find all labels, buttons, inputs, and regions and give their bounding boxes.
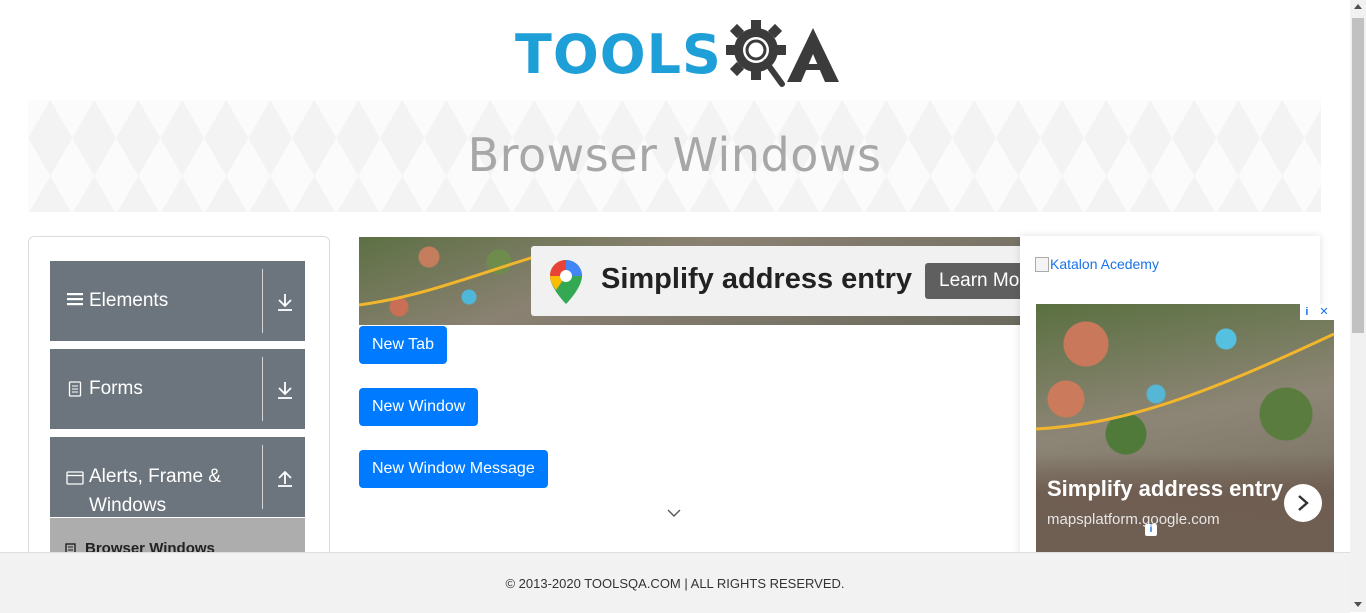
sidebar-group-forms[interactable]: Forms [50,349,305,429]
page-title: Browser Windows [467,128,882,182]
logo-tools-text: TOOLS [515,23,722,86]
new-window-message-button[interactable]: New Window Message [359,450,548,488]
ad-info-icon[interactable]: i [1145,524,1157,536]
divider [262,269,263,333]
new-tab-button[interactable]: New Tab [359,326,447,364]
toolsqa-logo[interactable]: TOOLS [515,16,840,90]
hamburger-icon [66,291,84,309]
ad-banner-top[interactable]: Simplify address entry Learn More [359,237,1021,325]
scrollbar-thumb[interactable] [1352,18,1364,333]
katalon-academy-link[interactable]: Katalon Acedemy [1035,256,1159,272]
ad-headline: Simplify address entry [601,263,913,295]
footer-copyright: © 2013-2020 TOOLSQA.COM | ALL RIGHTS RES… [505,576,845,591]
sidebar-group-alerts-frame-windows[interactable]: Alerts, Frame & Windows [50,437,305,517]
katalon-alt-text: Katalon Acedemy [1050,256,1159,272]
chevron-right-icon [1298,495,1309,511]
chevron-down-icon[interactable] [666,507,682,519]
adchoices-info-icon[interactable]: i [1305,305,1308,319]
ad-domain: mapsplatform.google.com [1047,511,1220,528]
ad-card: Simplify address entry Learn More [531,246,1021,316]
broken-image-icon [1035,256,1049,272]
divider [262,357,263,421]
sidebar-group-label: Elements [89,290,169,311]
window-icon [66,470,84,488]
ad-next-button[interactable] [1284,484,1322,522]
page-banner: Browser Windows [28,100,1321,212]
scroll-down-arrow-icon[interactable] [1354,602,1362,607]
ad-banner-right[interactable]: Simplify address entry mapsplatform.goog… [1036,304,1334,554]
learn-more-button[interactable]: Learn More [925,263,1021,299]
footer: © 2013-2020 TOOLSQA.COM | ALL RIGHTS RES… [0,552,1350,613]
sidebar-group-elements[interactable]: Elements [50,261,305,341]
sidebar-group-label: Alerts, Frame & Windows [89,466,221,516]
scroll-up-arrow-icon[interactable] [1354,4,1362,9]
logo-a-letter [787,28,839,82]
upload-arrow-icon[interactable] [276,468,294,488]
ad-headline: Simplify address entry [1047,476,1283,501]
sidebar: Elements Forms Alerts, Frame & Windows B… [28,236,330,568]
download-arrow-icon[interactable] [276,292,294,312]
document-icon [66,381,84,399]
download-arrow-icon[interactable] [276,380,294,400]
google-maps-pin-icon [550,260,582,304]
adchoices-close-icon[interactable]: ✕ [1319,305,1328,319]
new-window-button[interactable]: New Window [359,388,479,426]
page-scrollbar[interactable] [1350,0,1366,612]
adchoices[interactable]: i ✕ [1300,304,1334,320]
sidebar-group-label: Forms [89,378,143,399]
divider [262,445,263,509]
